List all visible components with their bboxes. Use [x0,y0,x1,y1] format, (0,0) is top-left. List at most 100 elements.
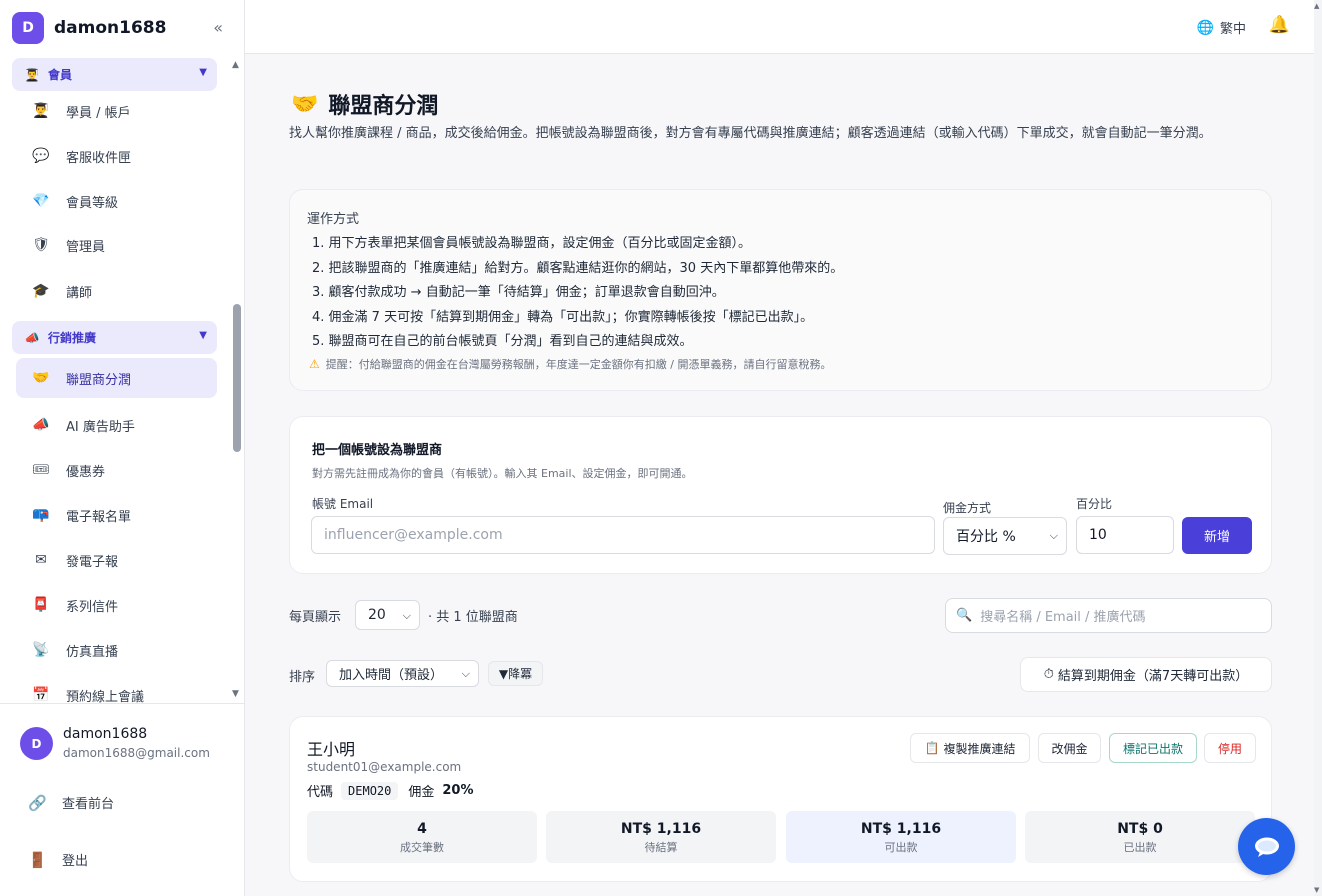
diamond-icon: 💎 [32,193,50,209]
sidebar-item-affiliates[interactable]: 🤝 聯盟商分潤 [16,358,217,398]
brand-name[interactable]: damon1688 [54,18,166,38]
sidebar-item-simulated-live[interactable]: 📡 仿真直播 [16,630,217,670]
collapse-sidebar-icon[interactable]: « [213,18,223,37]
commission-value: 20% [442,783,474,798]
step-item: 2. 把該聯盟商的「推廣連結」給對方。顧客點連結逛你的網站，30 天內下單都算他… [312,260,844,276]
settle-commission-label: 結算到期佣金（滿7天轉可出款） [1057,669,1249,684]
percent-input[interactable]: 10 [1076,516,1174,554]
stat-label: 待結算 [644,841,678,854]
stat-deals: 4 成交筆數 [307,811,537,863]
stat-payable: NT$ 1,116 可出款 [786,811,1016,863]
sidebar-item-instructors[interactable]: 🎓 講師 [16,271,217,311]
sidebar-item-label: 管理員 [66,239,106,255]
sidebar-scrollbar[interactable]: ▲ ▼ [230,56,244,703]
stat-value: 4 [417,821,427,837]
sidebar-item-students[interactable]: 👨‍🎓 學員 / 帳戶 [16,91,217,131]
sidebar-item-label: AI 廣告助手 [66,419,135,435]
sort-select[interactable]: 加入時間（預設） ⌵ [326,660,479,687]
avatar[interactable]: D [20,727,53,760]
search-icon: 🔍 [956,608,973,623]
page-title: 🤝 聯盟商分潤 [291,88,438,120]
stat-label: 成交筆數 [400,841,444,854]
settle-commission-button[interactable]: ⏱ 結算到期佣金（滿7天轉可出款） [1020,657,1272,692]
sidebar-scroll-thumb[interactable] [233,304,241,452]
page-title-text: 聯盟商分潤 [328,94,439,119]
add-affiliate-button[interactable]: 新增 [1182,517,1252,554]
door-icon: 🚪 [28,850,47,869]
graduation-cap-icon: 🎓 [32,283,50,299]
ticket-icon: 🎟 [32,462,50,478]
bell-icon[interactable]: 🔔 [1269,15,1290,35]
chat-bubble-icon [1254,837,1279,857]
chevron-down-icon: ⌵ [1049,529,1058,542]
sidebar-item-label: 系列信件 [66,599,119,615]
nav-group-member[interactable]: 👨‍🎓 會員 ▼ [12,58,217,91]
handshake-icon: 🤝 [291,91,319,117]
sidebar-item-label: 學員 / 帳戶 [66,105,131,121]
sidebar-item-online-meeting[interactable]: 📅 預約線上會議 [16,675,217,703]
per-page-label: 每頁顯示 [289,610,342,625]
sidebar-item-send-newsletter[interactable]: ✉ 發電子報 [16,540,217,580]
megaphone-icon: 📣 [32,417,50,433]
user-email: damon1688@gmail.com [63,746,210,760]
commission-label: 佣金 [408,785,435,800]
affiliate-name: 王小明 [307,740,356,759]
sidebar-item-ai-ads[interactable]: 📣 AI 廣告助手 [16,405,217,445]
sidebar-item-inbox[interactable]: 💬 客服收件匣 [16,136,217,176]
mark-paid-button[interactable]: 標記已出款 [1109,733,1197,763]
sidebar-item-label: 客服收件匣 [66,150,132,166]
edit-commission-button[interactable]: 改佣金 [1038,733,1101,763]
commission-type-select[interactable]: 百分比 % ⌵ [943,517,1067,555]
nav-group-marketing[interactable]: 📣 行銷推廣 ▼ [12,321,217,354]
language-switcher[interactable]: 🌐 繁中 [1197,18,1246,38]
mailbox-icon: 📪 [32,507,50,523]
sidebar: D damon1688 « 👨‍🎓 會員 ▼ 👨‍🎓 學員 / 帳戶 💬 客服收… [0,0,245,896]
logout-link[interactable]: 🚪 登出 [28,850,89,870]
window-scrollbar[interactable]: ▲ ▼ [1314,0,1322,896]
brand-logo[interactable]: D [12,12,44,44]
copy-link-label: 複製推廣連結 [943,741,1016,756]
scroll-down-icon[interactable]: ▼ [232,689,239,699]
sidebar-item-newsletter-list[interactable]: 📪 電子報名單 [16,495,217,535]
scroll-up-icon[interactable]: ▲ [232,60,239,70]
affiliate-email: student01@example.com [307,760,462,774]
sidebar-footer: D damon1688 damon1688@gmail.com 🔗 查看前台 🚪… [0,703,245,896]
sidebar-item-member-levels[interactable]: 💎 會員等級 [16,181,217,221]
chat-support-button[interactable] [1238,818,1295,875]
sort-order-button[interactable]: ▼降冪 [488,661,543,686]
sidebar-item-label: 預約線上會議 [66,689,145,704]
shield-icon: 🛡 [32,237,50,253]
email-field[interactable]: influencer@example.com [311,516,935,554]
per-page-select[interactable]: 20 ⌵ [355,600,420,630]
chevron-down-icon[interactable]: ▼ [199,330,207,341]
warning-icon: ⚠ [309,357,320,371]
scroll-up-icon[interactable]: ▲ [1314,2,1319,10]
sidebar-item-coupons[interactable]: 🎟 優惠券 [16,450,217,490]
sidebar-item-label: 講師 [66,285,93,301]
sort-label: 排序 [289,670,316,685]
stat-label: 可出款 [884,841,918,854]
percent-label: 百分比 [1076,497,1113,511]
view-frontend-link[interactable]: 🔗 查看前台 [28,793,114,813]
sidebar-item-email-series[interactable]: 📮 系列信件 [16,585,217,625]
sidebar-item-admins[interactable]: 🛡 管理員 [16,225,217,265]
scroll-down-icon[interactable]: ▼ [1314,886,1319,894]
disable-button[interactable]: 停用 [1204,733,1256,763]
step-item: 1. 用下方表單把某個會員帳號設為聯盟商，設定佣金（百分比或固定金額）。 [312,236,752,251]
add-affiliate-title: 把一個帳號設為聯盟商 [312,443,443,458]
step-item: 3. 顧客付款成功 → 自動記一筆「待結算」佣金；訂單退款會自動回沖。 [312,285,725,300]
topbar: 🌐 繁中 🔔 [245,0,1322,54]
add-affiliate-subtitle: 對方需先註冊成為你的會員（有帳號）。輸入其 Email、設定佣金，即可開通。 [312,467,693,480]
commission-type-label: 佣金方式 [943,501,992,515]
logout-label: 登出 [62,854,89,869]
how-it-works-steps: 1. 用下方表單把某個會員帳號設為聯盟商，設定佣金（百分比或固定金額）。 2. … [312,232,843,355]
sidebar-item-label: 發電子報 [66,554,119,570]
search-input[interactable]: 🔍 搜尋名稱 / Email / 推廣代碼 [945,598,1272,633]
link-icon: 🔗 [28,793,47,812]
how-it-works-title: 運作方式 [307,212,360,227]
student-icon: 👨‍🎓 [32,103,50,119]
main-content: 🤝 聯盟商分潤 找人幫你推廣課程 / 商品，成交後給佣金。把帳號設為聯盟商後，對… [245,54,1314,896]
chevron-down-icon[interactable]: ▼ [199,67,207,78]
page-description: 找人幫你推廣課程 / 商品，成交後給佣金。把帳號設為聯盟商後，對方會有專屬代碼與… [289,126,1212,141]
copy-link-button[interactable]: 📋 複製推廣連結 [910,733,1030,763]
